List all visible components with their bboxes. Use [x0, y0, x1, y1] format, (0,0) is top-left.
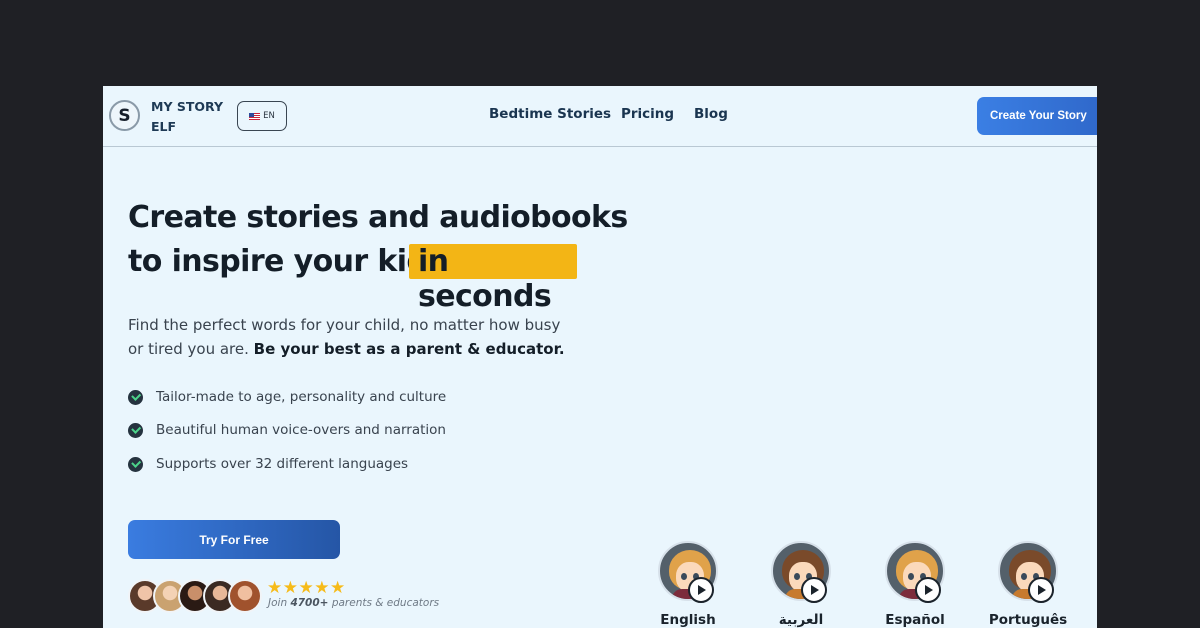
language-label: العربية — [778, 612, 824, 628]
check-circle-icon — [128, 422, 143, 438]
try-for-free-button[interactable]: Try For Free — [128, 520, 340, 559]
feature-text: Beautiful human voice-overs and narratio… — [156, 422, 446, 438]
nav-link-pricing[interactable]: Pricing — [621, 106, 674, 122]
hero-subtitle: Find the perfect words for your child, n… — [128, 313, 568, 361]
language-label: Português — [988, 612, 1068, 628]
language-selector-button[interactable]: EN — [237, 101, 287, 131]
language-code: EN — [263, 111, 275, 121]
feature-text: Supports over 32 different languages — [156, 456, 409, 472]
language-item-portuguese[interactable]: Português — [988, 540, 1068, 628]
check-circle-icon — [128, 389, 143, 405]
feature-text: Tailor-made to age, personality and cult… — [156, 389, 447, 405]
headline-line-1: Create stories and audiobooks — [128, 200, 628, 235]
logo-text[interactable]: MY STORY ELF — [151, 97, 231, 137]
language-item-arabic[interactable]: العربية — [761, 540, 841, 628]
create-your-story-button[interactable]: Create Your Story — [977, 97, 1097, 135]
join-suffix: parents & educators — [331, 597, 440, 609]
check-circle-icon — [128, 456, 143, 472]
rating-stars: ★★★★★ — [267, 578, 346, 598]
avatar — [228, 579, 262, 613]
join-text: Join 4700+ parents & educators — [268, 597, 439, 609]
play-icon[interactable] — [1028, 577, 1054, 603]
feature-item: Tailor-made to age, personality and cult… — [128, 388, 446, 406]
nav-link-bedtime-stories[interactable]: Bedtime Stories — [489, 106, 611, 122]
logo-icon[interactable]: S — [109, 100, 140, 131]
parent-avatars — [128, 579, 268, 614]
play-icon[interactable] — [688, 577, 714, 603]
nav-link-blog[interactable]: Blog — [694, 106, 728, 122]
language-label: Español — [885, 612, 945, 628]
site-header: S MY STORY ELF EN Bedtime Stories Pricin… — [103, 86, 1097, 147]
subtitle-bold: Be your best as a parent & educator. — [253, 340, 565, 358]
feature-item: Beautiful human voice-overs and narratio… — [128, 421, 446, 439]
feature-item: Supports over 32 different languages — [128, 455, 408, 473]
browser-window: S MY STORY ELF EN Bedtime Stories Pricin… — [103, 86, 1097, 628]
join-count: 4700+ — [290, 597, 329, 609]
language-label: English — [660, 612, 716, 628]
language-item-spanish[interactable]: Español — [875, 540, 955, 628]
play-icon[interactable] — [801, 577, 827, 603]
language-item-english[interactable]: English — [648, 540, 728, 628]
headline-highlight: in seconds — [409, 244, 577, 314]
us-flag-icon — [249, 112, 261, 120]
play-icon[interactable] — [915, 577, 941, 603]
join-prefix: Join — [268, 597, 288, 609]
